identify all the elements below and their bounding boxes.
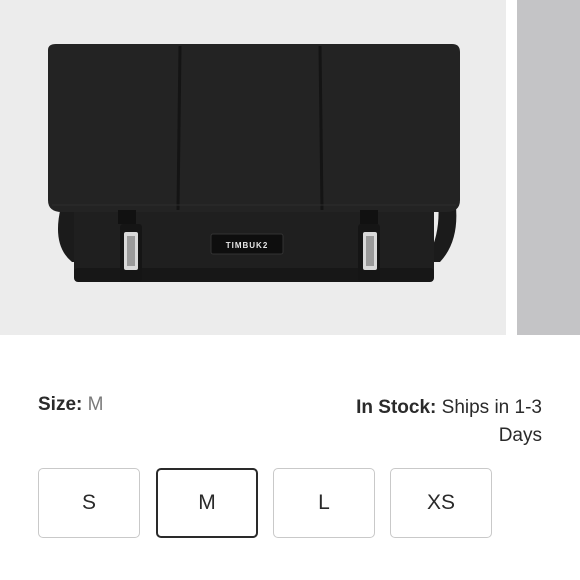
size-label: Size:	[38, 394, 83, 415]
shipping-text: Ships in 1-3	[441, 397, 542, 418]
size-option-m[interactable]: M	[156, 468, 258, 538]
size-selection-label: Size: M	[38, 394, 103, 416]
size-option-xs[interactable]: XS	[390, 468, 492, 538]
selected-size-value: M	[87, 394, 104, 415]
messenger-bag-image: TIMBUK2	[48, 44, 460, 282]
next-product-image[interactable]	[517, 0, 580, 335]
stock-status: In Stock: Ships in 1-3 Days	[312, 394, 542, 450]
product-info-row: Size: M In Stock: Ships in 1-3 Days	[0, 388, 580, 448]
size-option-s[interactable]: S	[38, 468, 140, 538]
stock-label: In Stock:	[356, 397, 437, 418]
product-image-main[interactable]: TIMBUK2	[0, 0, 506, 335]
brand-logo: TIMBUK2	[226, 241, 269, 250]
shipping-text-days: Days	[498, 425, 542, 446]
product-image-gallery[interactable]: TIMBUK2	[0, 0, 580, 335]
size-option-l[interactable]: L	[273, 468, 375, 538]
